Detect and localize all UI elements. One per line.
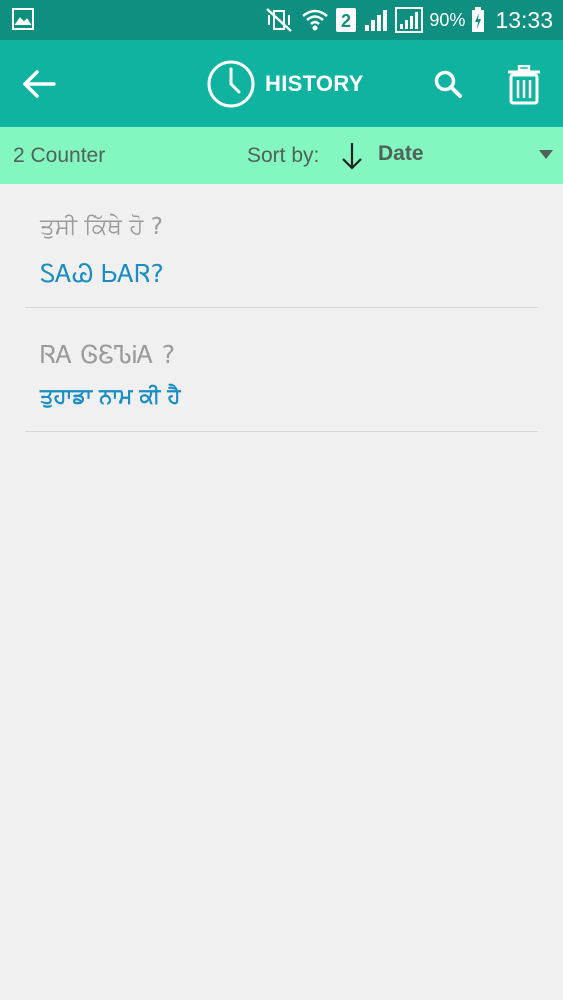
wifi-icon [302, 9, 329, 31]
source-text: ᏒᎪ ᎶᏋᏖᎥᎪ ? [40, 340, 176, 369]
vibrate-mute-icon [266, 8, 293, 32]
trash-icon [508, 65, 540, 105]
divider [25, 431, 538, 432]
search-icon [434, 70, 462, 98]
list-item[interactable]: ᏒᎪ ᎶᏋᏖᎥᎪ ? ਤੁਹਾਡਾ ਨਾਮ ਕੀ ਹੈ [0, 308, 563, 432]
sort-bar: 2 Counter Sort by: Date [0, 127, 563, 184]
sort-field-dropdown[interactable]: Date [378, 135, 558, 177]
signal-icon [365, 10, 388, 31]
gallery-notification-icon [12, 8, 36, 30]
translation-text: ਤੁਹਾਡਾ ਨਾਮ ਕੀ ਹੈ [40, 384, 181, 408]
signal-icon [395, 7, 424, 33]
battery-charging-icon [472, 7, 485, 32]
status-bar: 2 90% 13:33 [0, 0, 563, 40]
arrow-down-icon [342, 143, 362, 170]
back-button[interactable] [18, 64, 60, 104]
delete-all-button[interactable] [503, 62, 545, 108]
chevron-down-icon [539, 150, 553, 159]
sort-by-label: Sort by: [247, 144, 320, 167]
history-list: ਤੁਸੀ ਕਿੱਥੇ ਹੋ ? ᏚᎪᏊ ᏏᎪᏒ? ᏒᎪ ᎶᏋᏖᎥᎪ ? ਤੁਹਾ… [0, 184, 563, 432]
source-text: ਤੁਸੀ ਕਿੱਥੇ ਹੋ ? [40, 214, 163, 240]
arrow-left-icon [23, 70, 56, 98]
clock-icon [207, 60, 255, 108]
battery-percent: 90% [429, 9, 466, 30]
history-counter: 2 Counter [13, 144, 106, 167]
status-icons: 2 90% 13:33 [263, 0, 553, 40]
search-button[interactable] [428, 64, 468, 104]
svg-text:2: 2 [341, 11, 351, 31]
app-bar: HISTORY [0, 40, 563, 127]
title-group: HISTORY [206, 58, 364, 110]
clock-time: 13:33 [495, 6, 553, 33]
list-item[interactable]: ਤੁਸੀ ਕਿੱਥੇ ਹੋ ? ᏚᎪᏊ ᏏᎪᏒ? [0, 184, 563, 308]
sort-field-value: Date [378, 142, 424, 165]
sim-2-icon: 2 [336, 8, 357, 32]
sort-direction-toggle[interactable] [340, 140, 364, 172]
translation-text: ᏚᎪᏊ ᏏᎪᏒ? [40, 259, 164, 288]
page-title: HISTORY [265, 71, 364, 96]
